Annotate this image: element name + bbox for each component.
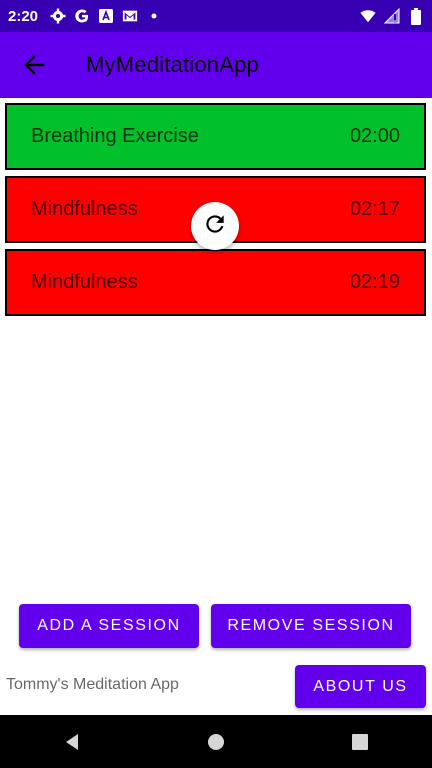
remove-session-button[interactable]: REMOVE SESSION xyxy=(211,604,411,648)
session-name: Mindfulness xyxy=(31,271,138,293)
recents-square-icon[interactable] xyxy=(340,722,380,762)
add-session-button[interactable]: ADD A SESSION xyxy=(19,604,199,648)
arrow-back-icon[interactable] xyxy=(18,49,50,81)
about-us-button[interactable]: ABOUT US xyxy=(295,665,426,708)
navigation-bar xyxy=(0,715,432,768)
wifi-icon xyxy=(360,8,376,24)
session-name: Breathing Exercise xyxy=(31,125,199,147)
app-bar: MyMeditationApp xyxy=(0,32,432,98)
session-name: Mindfulness xyxy=(31,198,138,220)
session-item[interactable]: Breathing Exercise 02:00 xyxy=(5,103,426,170)
battery-icon xyxy=(408,7,424,25)
app-title: MyMeditationApp xyxy=(86,52,259,77)
home-circle-icon[interactable] xyxy=(196,722,236,762)
settings-icon xyxy=(50,8,66,24)
refresh-icon xyxy=(202,211,228,242)
session-duration: 02:19 xyxy=(349,271,400,293)
dot-icon xyxy=(146,8,162,24)
back-triangle-icon[interactable] xyxy=(52,722,92,762)
session-duration: 02:17 xyxy=(349,198,400,220)
session-duration: 02:00 xyxy=(349,125,400,147)
signal-icon xyxy=(384,8,400,24)
session-item[interactable]: Mindfulness 02:19 xyxy=(5,249,426,316)
status-bar: 2:20 xyxy=(0,0,432,32)
google-icon xyxy=(74,8,90,24)
translate-icon xyxy=(98,8,114,24)
footer-text: Tommy's Meditation App xyxy=(6,676,179,693)
gmail-icon xyxy=(122,8,138,24)
refresh-indicator xyxy=(191,202,239,250)
status-time: 2:20 xyxy=(8,7,39,25)
